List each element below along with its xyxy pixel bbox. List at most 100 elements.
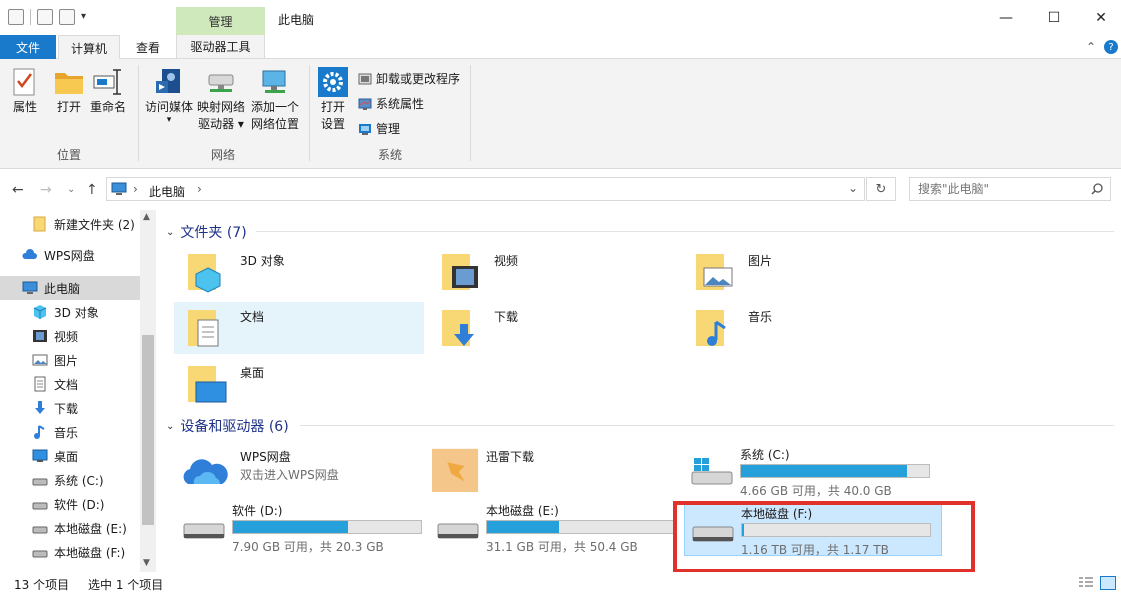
- wps-cloud-drive[interactable]: WPS网盘 双击进入WPS网盘: [170, 444, 420, 498]
- sidebar-item-drive-c[interactable]: 系统 (C:): [0, 468, 140, 492]
- open-settings-label-1: 打开: [320, 100, 345, 114]
- manage-button[interactable]: 管理: [358, 120, 400, 137]
- open-button[interactable]: 打开: [54, 67, 84, 116]
- document-icon: [34, 376, 46, 392]
- rename-label: 重命名: [90, 100, 127, 114]
- properties-icon[interactable]: [37, 9, 53, 25]
- sidebar-item-pictures[interactable]: 图片: [0, 348, 140, 372]
- tab-computer[interactable]: 计算机: [58, 35, 120, 60]
- chevron-down-icon[interactable]: ⌄: [166, 227, 174, 238]
- folder-downloads[interactable]: 下载: [428, 302, 678, 354]
- sidebar-item-label: 3D 对象: [54, 305, 99, 320]
- sidebar-item-drive-f[interactable]: 本地磁盘 (F:): [0, 540, 140, 564]
- rename-icon: [93, 67, 123, 97]
- chevron-down-icon[interactable]: ⌄: [848, 181, 858, 195]
- new-folder-icon[interactable]: [59, 9, 75, 25]
- tab-view[interactable]: 查看: [124, 35, 172, 59]
- tab-file[interactable]: 文件: [0, 35, 56, 59]
- sidebar-item-documents[interactable]: 文档: [0, 372, 140, 396]
- folder-music[interactable]: 音乐: [682, 302, 932, 354]
- drive-icon: [183, 523, 225, 539]
- drive-icon: [437, 523, 479, 539]
- sidebar-item-drive-d[interactable]: 软件 (D:): [0, 492, 140, 516]
- breadcrumb[interactable]: 此电脑: [149, 183, 185, 200]
- sidebar-item-wps[interactable]: WPS网盘: [0, 243, 140, 267]
- folders-section-header[interactable]: ⌄ 文件夹 (7): [166, 222, 247, 242]
- item-count: 13 个项目: [14, 578, 70, 592]
- forward-arrow-icon[interactable]: →: [40, 182, 52, 198]
- drive-e[interactable]: 本地磁盘 (E:) 31.1 GB 可用，共 50.4 GB: [430, 500, 688, 554]
- uninstall-program-button[interactable]: 卸载或更改程序: [358, 70, 460, 87]
- drive-f[interactable]: 本地磁盘 (F:) 1.16 TB 可用，共 1.17 TB: [684, 502, 942, 557]
- minimize-button[interactable]: —: [983, 0, 1029, 35]
- wps-drive-name: WPS网盘: [240, 450, 291, 464]
- folder-videos[interactable]: 视频: [428, 246, 678, 298]
- tab-drive-tools[interactable]: 驱动器工具: [176, 35, 265, 59]
- sidebar-item-3d-objects[interactable]: 3D 对象: [0, 300, 140, 324]
- devices-section-header[interactable]: ⌄ 设备和驱动器 (6): [166, 416, 289, 436]
- search-box[interactable]: [909, 177, 1111, 201]
- sidebar-scrollbar[interactable]: ▲ ▼: [140, 210, 156, 572]
- xunlei-download-folder[interactable]: 迅雷下载: [422, 444, 672, 498]
- add-network-location-button[interactable]: 添加一个 网络位置: [251, 67, 299, 133]
- title-bar: ▾ 管理 此电脑 — ☐ ✕: [0, 0, 1121, 35]
- sidebar-item-videos[interactable]: 视频: [0, 324, 140, 348]
- sidebar-item-drive-e[interactable]: 本地磁盘 (E:): [0, 516, 140, 540]
- sidebar-item-new-folder[interactable]: 新建文件夹 (2): [0, 212, 140, 236]
- download-icon: [35, 401, 45, 414]
- group-system-label: 系统: [377, 148, 402, 162]
- gear-icon: [318, 67, 348, 97]
- folder-pictures[interactable]: 图片: [682, 246, 932, 298]
- sidebar-item-downloads[interactable]: 下载: [0, 396, 140, 420]
- drive-space-info: 7.90 GB 可用，共 20.3 GB: [232, 540, 384, 554]
- open-settings-label-2: 设置: [320, 117, 345, 131]
- customize-qat-icon[interactable]: ▾: [81, 12, 89, 22]
- properties-button[interactable]: 属性: [10, 67, 40, 116]
- close-button[interactable]: ✕: [1078, 0, 1121, 35]
- chevron-up-icon[interactable]: ⌃: [1086, 40, 1096, 54]
- folder-desktop[interactable]: 桌面: [174, 358, 424, 410]
- address-bar[interactable]: › 此电脑 › ⌄: [106, 177, 865, 201]
- drive-d[interactable]: 软件 (D:) 7.90 GB 可用，共 20.3 GB: [176, 500, 434, 554]
- scroll-down-icon[interactable]: ▼: [143, 558, 150, 568]
- up-arrow-icon[interactable]: ↑: [86, 182, 98, 198]
- system-properties-button[interactable]: 系统属性: [358, 95, 424, 112]
- back-arrow-icon[interactable]: ←: [12, 182, 24, 198]
- quick-access-toolbar: ▾: [8, 9, 89, 25]
- content-pane: ⌄ 文件夹 (7) 3D 对象 视频 图片 文档 下载 音乐 桌面 ⌄ 设备和驱…: [160, 210, 1121, 572]
- divider: [470, 65, 471, 161]
- recent-locations-icon[interactable]: ⌄: [67, 184, 75, 195]
- folder-name: 文档: [240, 310, 265, 324]
- sidebar-item-label: 系统 (C:): [54, 473, 104, 488]
- scroll-up-icon[interactable]: ▲: [143, 212, 150, 222]
- search-icon[interactable]: [1090, 182, 1104, 196]
- xunlei-icon: [432, 448, 479, 492]
- sidebar-item-label: 图片: [54, 353, 79, 368]
- sidebar-item-music[interactable]: 音乐: [0, 420, 140, 444]
- details-view-icon[interactable]: [1078, 576, 1094, 590]
- access-media-button[interactable]: 访问媒体 ▾: [145, 67, 193, 125]
- folder-icon[interactable]: [8, 9, 24, 25]
- breadcrumb-separator-icon[interactable]: ›: [133, 182, 138, 196]
- rename-button[interactable]: 重命名: [90, 67, 126, 116]
- breadcrumb-separator-icon[interactable]: ›: [197, 182, 202, 196]
- drive-c[interactable]: 系统 (C:) 4.66 GB 可用，共 40.0 GB: [684, 444, 942, 498]
- map-drive-label-1: 映射网络: [197, 100, 246, 114]
- status-bar: 13 个项目 选中 1 个项目: [0, 572, 1121, 595]
- sidebar-item-this-pc[interactable]: 此电脑: [0, 276, 140, 300]
- folder-documents[interactable]: 文档: [174, 302, 424, 354]
- computer-icon: [22, 281, 38, 294]
- map-network-drive-button[interactable]: 映射网络 驱动器 ▾: [197, 67, 245, 133]
- videos-folder-icon: [442, 254, 478, 290]
- sidebar-item-desktop[interactable]: 桌面: [0, 444, 140, 468]
- help-icon[interactable]: ?: [1104, 40, 1118, 54]
- large-icons-view-icon[interactable]: [1100, 576, 1116, 590]
- chevron-down-icon[interactable]: ⌄: [166, 421, 174, 432]
- scroll-thumb[interactable]: [142, 335, 154, 525]
- open-settings-button[interactable]: 打开 设置: [318, 67, 348, 133]
- drive-usage-fill: [742, 524, 744, 536]
- search-input[interactable]: [910, 178, 1090, 200]
- maximize-button[interactable]: ☐: [1031, 0, 1077, 35]
- folder-3d-objects[interactable]: 3D 对象: [174, 246, 424, 298]
- refresh-button[interactable]: ↻: [866, 177, 896, 201]
